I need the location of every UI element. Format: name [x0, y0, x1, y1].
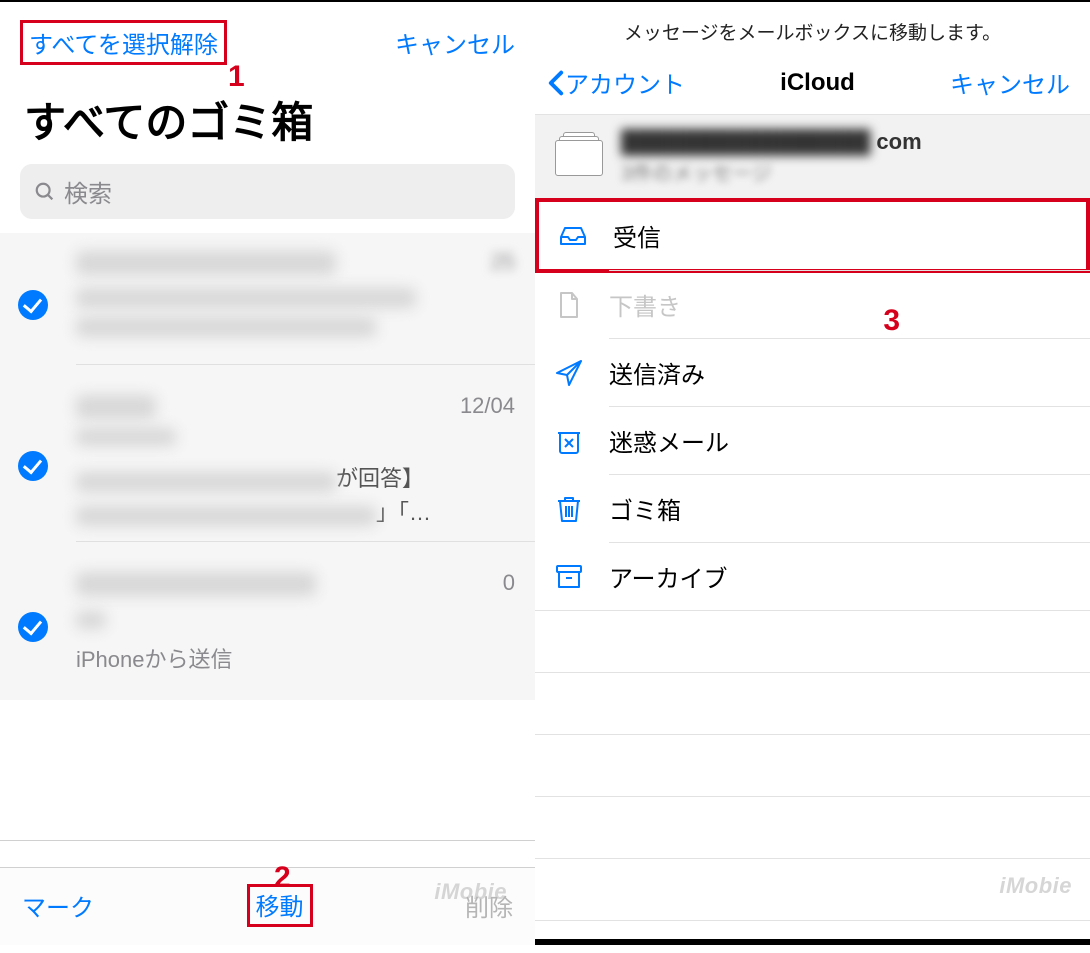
mail-item[interactable]: 0 iPhoneから送信	[0, 554, 535, 700]
mail-preview-fragment: 」「…	[376, 500, 431, 525]
search-icon	[34, 181, 56, 203]
mail-date: 12/04	[460, 393, 515, 419]
message-stack-icon	[555, 140, 603, 176]
archive-icon	[555, 564, 583, 590]
mailbox-list: 受信 3 下書き 送信済み	[535, 198, 1090, 921]
annotation-number-3: 3	[883, 304, 900, 338]
annotation-box-3: 受信	[535, 198, 1090, 273]
move-to-mailbox-screen: メッセージをメールボックスに移動します。 アカウント iCloud キャンセル …	[535, 0, 1090, 945]
message-count: 3件のメッセージ	[621, 163, 772, 185]
checkbox-checked-icon[interactable]	[18, 451, 48, 481]
mail-preview: iPhoneから送信	[76, 642, 519, 674]
junk-icon	[555, 427, 583, 455]
mailbox-archive[interactable]: アーカイブ	[535, 543, 1090, 610]
cancel-button[interactable]: キャンセル	[395, 25, 515, 60]
back-label: アカウント	[565, 65, 685, 100]
deselect-all-button[interactable]: すべてを選択解除	[29, 25, 218, 60]
mailbox-sent[interactable]: 送信済み	[535, 339, 1090, 406]
move-toast: メッセージをメールボックスに移動します。	[535, 2, 1090, 55]
mail-date: 25	[491, 249, 515, 274]
page-title: すべてのゴミ箱	[0, 73, 535, 164]
trash-edit-screen: すべてを選択解除 キャンセル 1 すべてのゴミ箱 検索 25	[0, 0, 535, 945]
inbox-icon	[559, 224, 587, 248]
back-button[interactable]: アカウント	[547, 65, 685, 100]
watermark: iMobie	[999, 873, 1072, 899]
cancel-button[interactable]: キャンセル	[950, 65, 1070, 100]
mailbox-trash[interactable]: ゴミ箱	[535, 475, 1090, 542]
chevron-left-icon	[547, 70, 565, 96]
nav-bar: アカウント iCloud キャンセル	[535, 55, 1090, 114]
mailbox-label: 迷惑メール	[609, 423, 729, 458]
mail-item[interactable]: 12/04 が回答】 」「…	[0, 377, 535, 554]
mail-preview-fragment: が回答】	[336, 466, 424, 491]
mailbox-label: 送信済み	[609, 355, 705, 390]
search-input[interactable]: 検索	[20, 164, 515, 219]
annotation-box-1: すべてを選択解除	[20, 20, 227, 65]
mail-list: 25 12/04 が回答】 」「… 0	[0, 233, 535, 700]
mailbox-label: ゴミ箱	[609, 491, 681, 526]
mailbox-junk[interactable]: 迷惑メール	[535, 407, 1090, 474]
annotation-number-2: 2	[274, 861, 291, 895]
selected-messages-summary: ████████████████com 3件のメッセージ	[535, 114, 1090, 201]
mailbox-label: 下書き	[609, 287, 681, 322]
mark-button[interactable]: マーク	[22, 888, 94, 923]
mailbox-label: 受信	[613, 218, 661, 253]
mail-date: 0	[503, 570, 515, 596]
account-email-suffix: com	[876, 129, 921, 154]
watermark: iMobie	[434, 879, 507, 905]
mailbox-drafts[interactable]: 下書き	[535, 271, 1090, 338]
document-icon	[555, 291, 583, 319]
search-placeholder: 検索	[64, 174, 112, 209]
checkbox-checked-icon[interactable]	[18, 290, 48, 320]
paper-plane-icon	[555, 359, 583, 387]
annotation-number-1: 1	[228, 60, 245, 94]
nav-title: iCloud	[780, 69, 855, 97]
mail-item[interactable]: 25	[0, 233, 535, 377]
mailbox-inbox[interactable]: 受信	[539, 202, 1086, 269]
mailbox-label: アーカイブ	[609, 559, 728, 594]
checkbox-checked-icon[interactable]	[18, 612, 48, 642]
trash-icon	[555, 494, 583, 524]
